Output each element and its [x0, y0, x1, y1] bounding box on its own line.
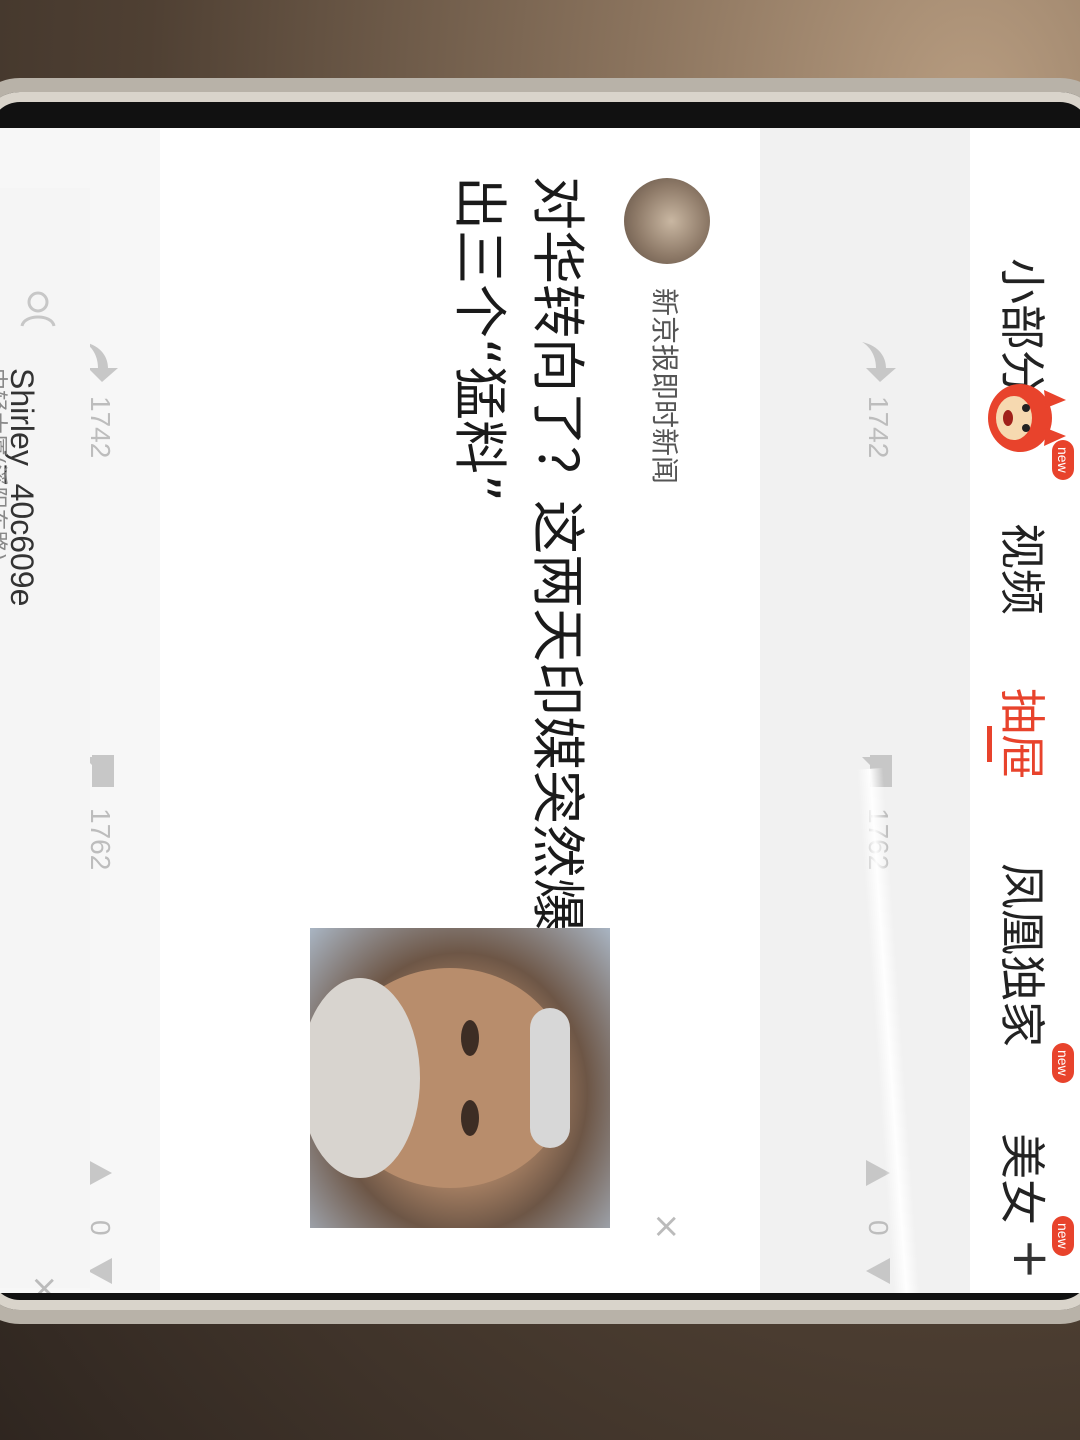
downvote-icon[interactable] — [86, 1256, 114, 1286]
channel-nav: 小部分子 new 视频 抽屉 凤凰独家 new 美女 new + — [969, 128, 1080, 1293]
tab-beauty[interactable]: 美女 — [992, 1133, 1058, 1225]
user-icon[interactable] — [18, 288, 58, 328]
share-count: 1742 — [863, 396, 894, 459]
article-card[interactable]: 新京报即时新闻 对华转向了？这两天印媒突然爆出三个“猛料” — [160, 128, 760, 1293]
article-thumbnail[interactable] — [300, 928, 610, 1228]
article-source[interactable]: 新京报即时新闻 — [646, 288, 686, 484]
active-tab-underline — [987, 726, 992, 762]
source-avatar[interactable] — [624, 178, 710, 264]
plus-icon[interactable]: + — [1002, 1238, 1060, 1280]
tab-video[interactable]: 视频 — [992, 523, 1058, 615]
close-icon[interactable]: × — [652, 1206, 681, 1246]
upvote-icon[interactable] — [86, 1158, 114, 1188]
rotated-app-view: 小部分子 new 视频 抽屉 凤凰独家 new 美女 new + 1742 0 … — [0, 128, 1080, 1293]
tab-phoenix-exclusive[interactable]: 凤凰独家 — [992, 863, 1058, 1047]
mascot-new-badge: new — [1052, 440, 1074, 480]
close-icon[interactable]: × — [30, 1268, 59, 1293]
phone-screen: 小部分子 new 视频 抽屉 凤凰独家 new 美女 new + 1742 0 … — [0, 128, 1080, 1293]
previous-item-actions: 1742 1762 0 — [770, 128, 970, 1293]
portrait-image — [300, 968, 570, 1188]
author-location: 中轻大厦(溪阳东路) — [0, 368, 8, 562]
downvote-icon[interactable] — [864, 1256, 892, 1286]
tab-phoenix-new-badge: new — [1052, 1043, 1074, 1083]
next-item-strip: Shirley_40c609e 中轻大厦(溪阳东路) × — [0, 188, 90, 1293]
share-icon[interactable] — [858, 338, 898, 384]
tab-drawer[interactable]: 抽屉 — [992, 688, 1058, 780]
article-headline[interactable]: 对华转向了？这两天印媒突然爆出三个“猛料” — [440, 176, 596, 936]
